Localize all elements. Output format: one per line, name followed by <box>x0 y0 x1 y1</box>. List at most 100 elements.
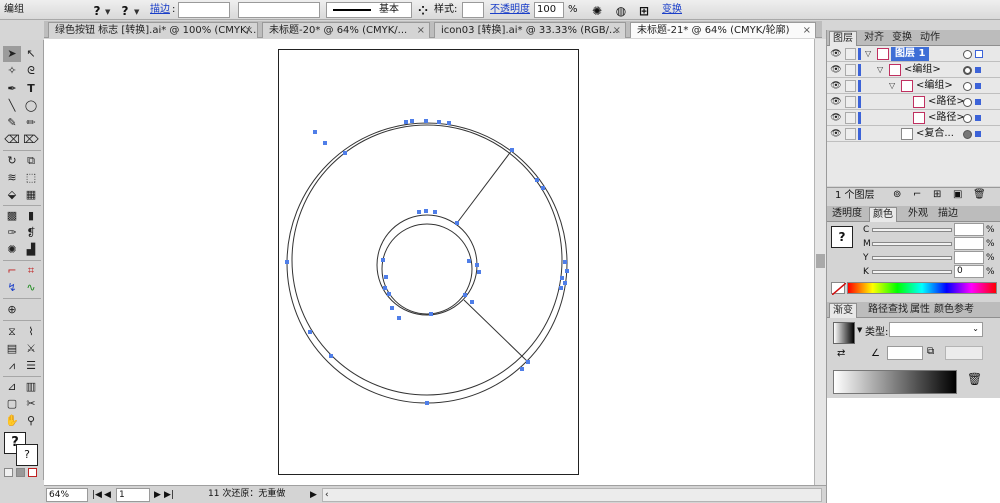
tab-document-3[interactable]: icon03 [转换].ai* @ 33.33% (RGB/... × <box>434 22 626 38</box>
anchor-point[interactable] <box>535 178 539 182</box>
anchor-point[interactable] <box>383 286 387 290</box>
zoom-field[interactable]: 64% <box>46 488 88 502</box>
gradient-tool-icon[interactable]: ▮ <box>22 208 40 224</box>
tab-color-guide[interactable]: 颜色参考 <box>931 303 977 318</box>
vertical-scrollbar[interactable] <box>814 39 826 485</box>
tab-transparency[interactable]: 透明度 <box>829 207 865 222</box>
tab-attributes[interactable]: 属性 <box>907 303 933 318</box>
visibility-eye-icon[interactable]: 👁 <box>830 81 842 91</box>
magenta-slider[interactable] <box>872 242 952 246</box>
gradient-type-select[interactable]: ⌄ <box>889 322 983 337</box>
lock-toggle[interactable] <box>845 48 856 60</box>
tab-stroke[interactable]: 描边 <box>935 207 961 222</box>
target-circle-icon[interactable] <box>963 98 972 107</box>
anchor-point[interactable] <box>429 312 433 316</box>
stroke-dropdown-icon[interactable]: ▼ <box>134 4 139 20</box>
close-icon[interactable]: × <box>417 23 425 38</box>
tab-appearance[interactable]: 外观 <box>905 207 931 222</box>
expand-triangle-icon[interactable]: ▽ <box>865 49 871 58</box>
anchor-point[interactable] <box>381 258 385 262</box>
page-field[interactable]: 1 <box>116 488 150 502</box>
stroke-link[interactable]: 描边 <box>150 2 170 18</box>
visibility-eye-icon[interactable]: 👁 <box>830 129 842 139</box>
crosshair-tool-icon[interactable]: ⊕ <box>3 302 21 318</box>
anchor-point[interactable] <box>410 119 414 123</box>
symbol-sprayer-tool-icon[interactable]: ✺ <box>3 242 21 258</box>
expand-triangle-icon[interactable]: ▽ <box>877 65 883 74</box>
anchor-point[interactable] <box>437 120 441 124</box>
inner-ring-inner-path[interactable] <box>381 223 473 315</box>
zoom-tool-icon[interactable]: ⚲ <box>22 413 40 429</box>
measure-tool-icon[interactable]: ⊿ <box>3 379 21 395</box>
color-unknown-icon[interactable]: ? <box>831 226 853 248</box>
layer-row[interactable]: 👁 ▽ 图层 1 <box>827 46 1000 62</box>
rectangle-tool-icon[interactable]: ▢ <box>3 396 21 412</box>
artboard-tool-icon[interactable]: ⌐ <box>3 263 21 279</box>
anchor-point[interactable] <box>467 259 471 263</box>
anchor-point[interactable] <box>447 121 451 125</box>
anchor-point[interactable] <box>559 286 563 290</box>
close-icon[interactable]: × <box>245 23 253 38</box>
color-mode-buttons[interactable] <box>4 468 40 478</box>
mesh-tool-icon[interactable]: ▩ <box>3 208 21 224</box>
lock-toggle[interactable] <box>845 80 856 92</box>
magenta-field[interactable] <box>954 237 984 250</box>
none-mode-icon[interactable] <box>28 468 37 477</box>
target-circle-icon[interactable] <box>963 82 972 91</box>
reverse-gradient-icon[interactable]: ⇄ <box>837 348 845 359</box>
tab-gradient[interactable]: 渐变 <box>829 303 857 318</box>
anchor-point[interactable] <box>387 292 391 296</box>
align-to-icon[interactable]: ⊞ <box>635 1 653 19</box>
canvas-area[interactable] <box>44 39 814 485</box>
anchor-point[interactable] <box>470 300 474 304</box>
eraser-tool-icon[interactable]: ⌦ <box>22 132 40 148</box>
yellow-slider[interactable] <box>872 256 952 260</box>
tab-document-2[interactable]: 未标题-20* @ 64% (CMYK/... × <box>262 22 430 38</box>
layer-row[interactable]: 👁 ▽ <编组> <box>827 62 1000 78</box>
artwork-svg[interactable] <box>279 50 580 476</box>
anchor-point[interactable] <box>397 316 401 320</box>
variable-width-select[interactable] <box>238 2 320 18</box>
lock-toggle[interactable] <box>845 112 856 124</box>
layer-row[interactable]: 👁 <复合... <box>827 126 1000 142</box>
stroke-weight-field[interactable] <box>178 2 230 18</box>
tab-align[interactable]: 对齐 <box>861 31 887 46</box>
lasso-tool-icon[interactable]: ᘓ <box>22 63 40 79</box>
free-transform-tool-icon[interactable]: ⬚ <box>22 170 40 186</box>
target-circle-icon[interactable] <box>963 130 972 139</box>
anchor-point[interactable] <box>390 306 394 310</box>
last-page-icon[interactable]: ▶| <box>164 488 174 502</box>
outer-ring-path[interactable] <box>286 122 568 404</box>
scissors-tool-icon[interactable]: ✂ <box>22 396 40 412</box>
layer-row[interactable]: 👁 <路径> <box>827 110 1000 126</box>
selection-square-icon[interactable] <box>975 99 981 105</box>
tab-transform[interactable]: 变换 <box>889 31 915 46</box>
gradient-thumbnail[interactable] <box>833 322 855 344</box>
path-tool-icon[interactable]: ∿ <box>22 280 40 296</box>
anchor-point[interactable] <box>313 130 317 134</box>
graphic-style-icon[interactable]: ⁘ <box>414 1 432 19</box>
visibility-eye-icon[interactable]: 👁 <box>830 97 842 107</box>
gradient-dropdown-icon[interactable]: ▼ <box>857 326 862 334</box>
ellipse-tool-icon[interactable]: ◯ <box>22 98 40 114</box>
anchor-point[interactable] <box>424 119 428 123</box>
anchor-point[interactable] <box>343 151 347 155</box>
layer-name[interactable]: <编组> <box>916 79 953 93</box>
recolor-icon[interactable]: ✺ <box>588 1 606 19</box>
target-circle-icon[interactable] <box>963 114 972 123</box>
cyan-field[interactable] <box>954 223 984 236</box>
tab-color[interactable]: 颜色 <box>869 207 897 222</box>
stroke-unknown-icon[interactable]: ? <box>116 1 134 19</box>
aspect-field[interactable] <box>945 346 983 360</box>
anchor-point[interactable] <box>455 221 459 225</box>
globe-icon[interactable]: ◍ <box>612 1 630 19</box>
layer-name[interactable]: <路径> <box>928 95 965 109</box>
artboard[interactable] <box>278 49 579 475</box>
knife-tool-icon[interactable]: ⚔ <box>22 341 40 357</box>
anchor-point[interactable] <box>433 210 437 214</box>
yellow-field[interactable] <box>954 251 984 264</box>
anchor-point[interactable] <box>541 186 545 190</box>
selection-square-icon[interactable] <box>975 67 981 73</box>
zigzag-tool-icon[interactable]: ⩘ <box>3 358 21 374</box>
direct-selection-tool-icon[interactable]: ↖ <box>22 46 40 62</box>
